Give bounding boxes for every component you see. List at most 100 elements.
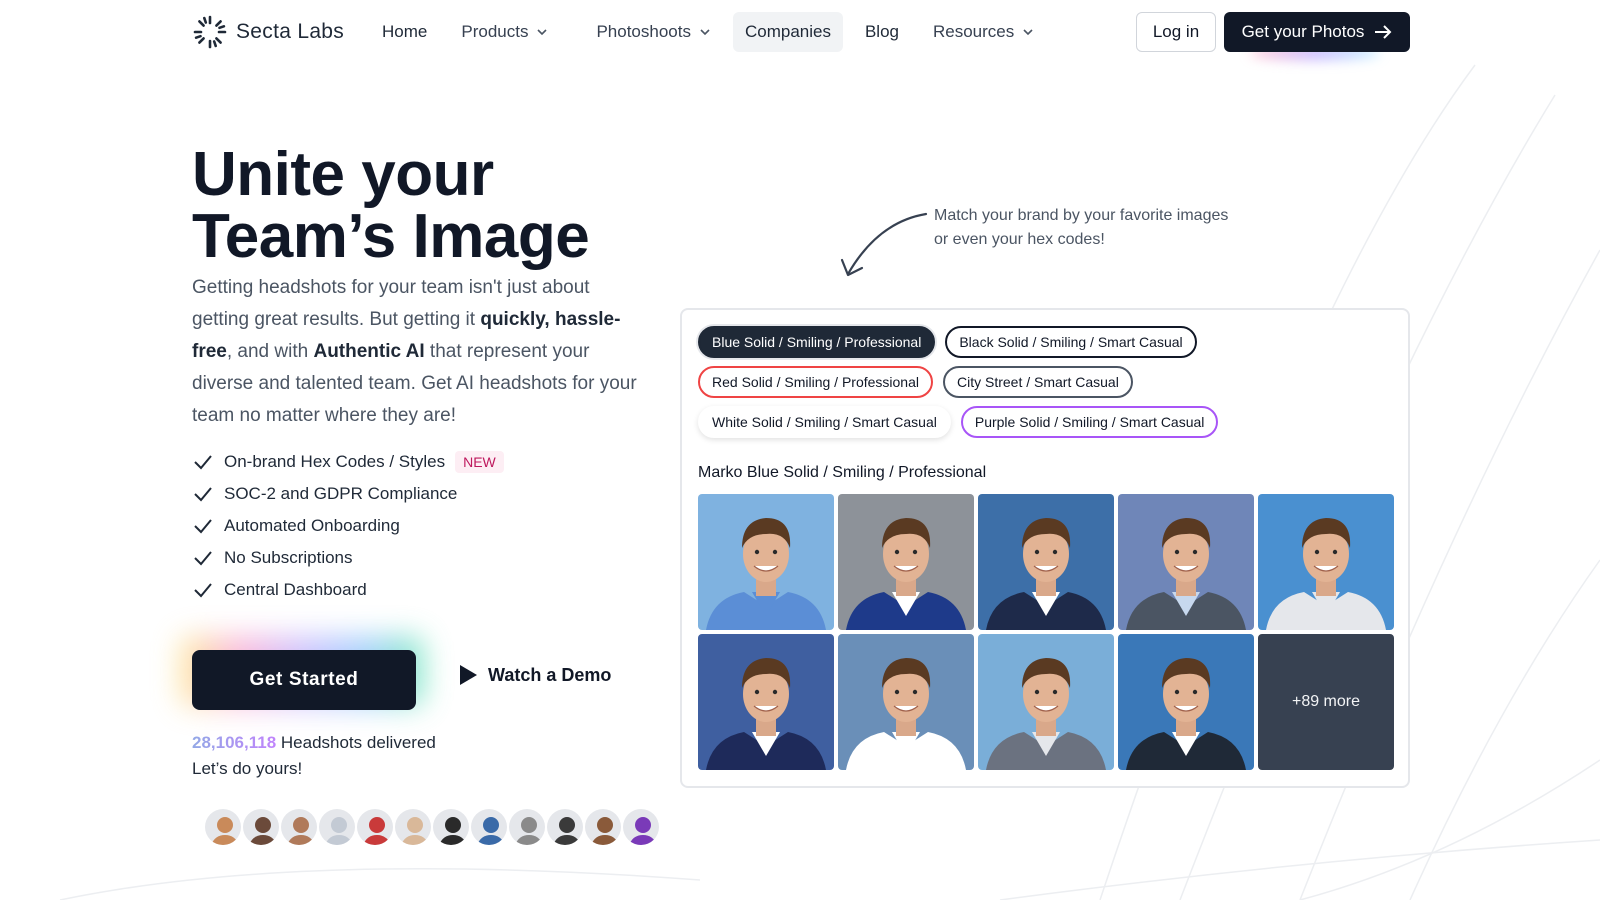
curved-arrow-icon: [840, 212, 928, 277]
get-your-photos-button[interactable]: Get your Photos: [1224, 12, 1410, 52]
style-chip-city-street[interactable]: City Street / Smart Casual: [943, 366, 1133, 398]
nav-blog[interactable]: Blog: [853, 12, 911, 52]
login-button[interactable]: Log in: [1136, 12, 1216, 52]
chevron-down-icon: [700, 29, 710, 36]
portrait-illustration: [838, 494, 974, 630]
headshot-photo[interactable]: [1118, 634, 1254, 770]
style-preview-panel: Blue Solid / Smiling / Professional Blac…: [680, 308, 1410, 788]
avatar: [431, 807, 471, 847]
headshot-photo[interactable]: [978, 494, 1114, 630]
headshot-grid: +89 more: [698, 494, 1394, 770]
headshot-photo[interactable]: [838, 634, 974, 770]
feature-list: On-brand Hex Codes / Styles NEW SOC-2 an…: [192, 446, 504, 606]
headshots-count: 28,106,118: [192, 733, 277, 752]
nav-home[interactable]: Home: [370, 12, 439, 52]
avatar: [621, 807, 661, 847]
avatar: [393, 807, 433, 847]
chevron-down-icon: [1023, 29, 1033, 36]
avatar: [279, 807, 319, 847]
checkmark-icon: [194, 487, 212, 502]
headshot-photo[interactable]: [698, 634, 834, 770]
avatar: [241, 807, 281, 847]
feature-label: Central Dashboard: [224, 580, 367, 599]
avatar: [545, 807, 585, 847]
avatar: [583, 807, 623, 847]
feature-item: Automated Onboarding: [192, 510, 504, 542]
portrait-illustration: [698, 494, 834, 630]
brand-match-annotation: Match your brand by your favorite images…: [934, 204, 1264, 252]
watch-demo-button[interactable]: Watch a Demo: [458, 664, 611, 686]
photo-grid-title: Marko Blue Solid / Smiling / Professiona…: [698, 464, 987, 481]
get-started-button[interactable]: Get Started: [192, 650, 416, 710]
feature-item: Central Dashboard: [192, 574, 504, 606]
style-chip-purple-smart-casual[interactable]: Purple Solid / Smiling / Smart Casual: [960, 406, 1219, 438]
avatar: [507, 807, 547, 847]
portrait-illustration: [698, 634, 834, 770]
nav-products[interactable]: Products: [449, 12, 560, 52]
avatar: [469, 807, 509, 847]
avatar: [355, 807, 395, 847]
feature-label: SOC-2 and GDPR Compliance: [224, 484, 458, 503]
nav-photoshoots[interactable]: Photoshoots: [584, 12, 723, 52]
headshot-photo[interactable]: [1258, 494, 1394, 630]
checkmark-icon: [194, 519, 212, 534]
nav-home-label: Home: [382, 22, 428, 41]
checkmark-icon: [194, 583, 212, 598]
brand-name: Secta Labs: [236, 20, 345, 43]
nav-products-label: Products: [461, 22, 529, 41]
brand-logo[interactable]: Secta Labs: [192, 14, 344, 50]
nav-resources-label: Resources: [933, 22, 1015, 41]
feature-label: Automated Onboarding: [224, 516, 400, 535]
annotation-line1: Match your brand by your favorite images: [934, 207, 1229, 224]
style-chip-black-smart-casual[interactable]: Black Solid / Smiling / Smart Casual: [945, 326, 1197, 358]
nav-resources[interactable]: Resources: [921, 12, 1046, 52]
checkmark-icon: [194, 455, 212, 470]
feature-label: On-brand Hex Codes / Styles: [224, 452, 446, 471]
portrait-illustration: [1118, 634, 1254, 770]
headshot-photo[interactable]: [698, 494, 834, 630]
stats-tagline: Let’s do yours!: [192, 759, 303, 778]
headshot-photo[interactable]: [1118, 494, 1254, 630]
get-your-photos-label: Get your Photos: [1241, 22, 1365, 41]
portrait-illustration: [1118, 494, 1254, 630]
hero-description: Getting headshots for your team isn't ju…: [192, 272, 638, 432]
chip-row: Blue Solid / Smiling / Professional Blac…: [698, 326, 1398, 358]
chevron-down-icon: [537, 29, 548, 36]
headshot-photo[interactable]: [978, 634, 1114, 770]
annotation-line2: or even your hex codes!: [934, 231, 1105, 248]
feature-item: No Subscriptions: [192, 542, 504, 574]
top-navigation: Secta Labs Home Products Photoshoots Com…: [0, 0, 1600, 64]
headshots-suffix: Headshots delivered: [276, 733, 436, 752]
arrow-right-icon: [1375, 25, 1392, 39]
nav-links: Home Products Photoshoots Companies Blog…: [370, 12, 1056, 52]
watch-demo-label: Watch a Demo: [488, 664, 612, 685]
nav-companies[interactable]: Companies: [732, 12, 843, 52]
sunburst-logo-icon: [193, 15, 227, 49]
hero-title: Unite your Team’s Image: [192, 140, 590, 271]
portrait-illustration: [838, 634, 974, 770]
nav-blog-label: Blog: [864, 22, 899, 41]
headshots-stats: 28,106,118 Headshots delivered Let’s do …: [192, 730, 436, 782]
nav-companies-label: Companies: [744, 22, 831, 41]
hero-title-line2: Team’s Image: [192, 202, 590, 271]
chip-row: Red Solid / Smiling / Professional City …: [698, 366, 1398, 398]
checkmark-icon: [194, 551, 212, 566]
style-chip-blue-professional[interactable]: Blue Solid / Smiling / Professional: [698, 326, 936, 358]
style-chips: Blue Solid / Smiling / Professional Blac…: [698, 326, 1398, 446]
nav-photoshoots-label: Photoshoots: [596, 22, 691, 41]
feature-item: SOC-2 and GDPR Compliance: [192, 478, 504, 510]
play-icon: [460, 665, 477, 685]
portrait-illustration: [978, 494, 1114, 630]
hero-title-line1: Unite your: [192, 140, 494, 209]
more-photos-button[interactable]: +89 more: [1258, 634, 1394, 770]
desc-text-2: , and with: [226, 341, 314, 362]
portrait-illustration: [978, 634, 1114, 770]
new-badge: NEW: [455, 451, 504, 473]
style-chip-red-professional[interactable]: Red Solid / Smiling / Professional: [698, 366, 933, 398]
feature-label: No Subscriptions: [224, 548, 353, 567]
avatar: [203, 807, 243, 847]
desc-bold-2: Authentic AI: [313, 341, 425, 362]
headshot-photo[interactable]: [838, 494, 974, 630]
portrait-illustration: [1258, 494, 1394, 630]
style-chip-white-smart-casual[interactable]: White Solid / Smiling / Smart Casual: [698, 406, 951, 438]
